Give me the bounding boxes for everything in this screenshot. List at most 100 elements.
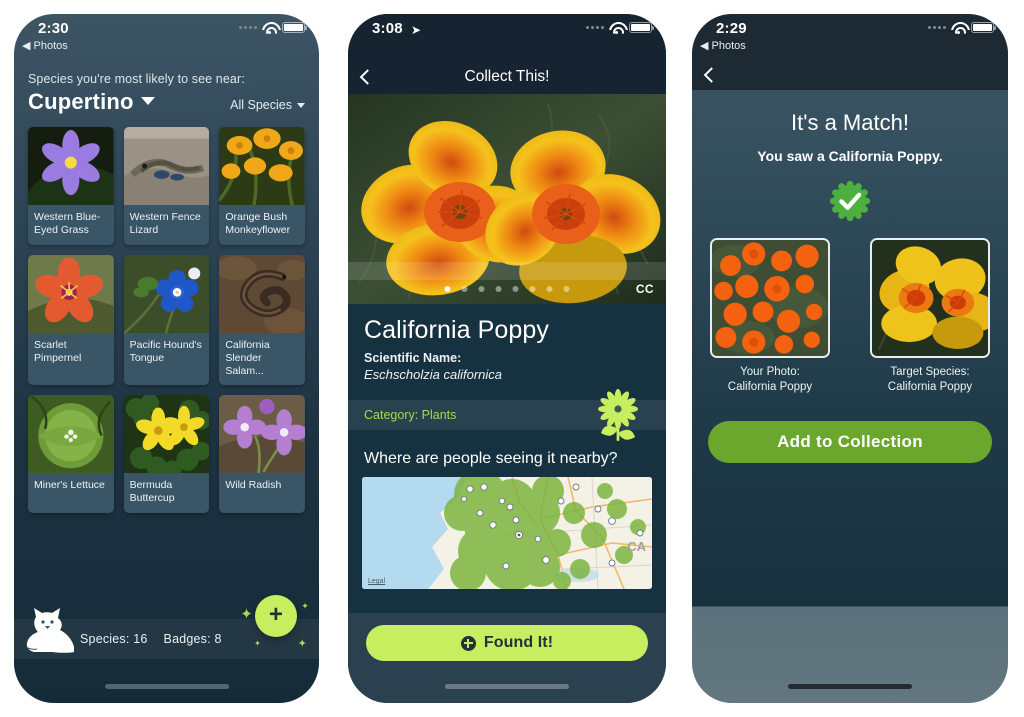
species-thumbnail bbox=[219, 395, 305, 474]
status-back-to-photos[interactable]: ◀ Photos bbox=[22, 39, 68, 52]
species-name: Scarlet Pimpernel bbox=[34, 339, 82, 364]
badges-count: Badges: 8 bbox=[163, 632, 222, 646]
status-time: 2:30 bbox=[38, 20, 69, 37]
battery-icon bbox=[282, 22, 308, 33]
species-card[interactable]: Miner's Lettuce bbox=[28, 395, 114, 514]
home-indicator bbox=[104, 684, 229, 689]
chevron-left-icon[interactable] bbox=[703, 67, 720, 83]
species-name: Pacific Hound's Tongue bbox=[129, 339, 202, 364]
wifi-icon bbox=[262, 22, 277, 34]
species-card[interactable]: Wild Radish bbox=[219, 395, 305, 514]
battery-icon bbox=[971, 22, 997, 33]
list-header: Species you're most likely to see near: … bbox=[14, 60, 319, 119]
species-thumbnail bbox=[123, 255, 210, 333]
home-indicator bbox=[788, 684, 912, 689]
species-thumbnail bbox=[28, 395, 114, 474]
species-thumbnail bbox=[28, 127, 114, 205]
chevron-down-icon bbox=[297, 102, 305, 108]
status-bar: 2:30 ◀ Photos bbox=[14, 14, 319, 60]
species-name: Wild Radish bbox=[225, 479, 282, 492]
status-bar: 2:29 ◀ Photos bbox=[692, 14, 1008, 60]
status-back-to-photos[interactable]: ◀ Photos bbox=[700, 39, 746, 52]
scientific-name-label: Scientific Name: bbox=[364, 351, 462, 365]
battery-icon bbox=[629, 22, 655, 33]
sparkle-icon: ✦ bbox=[254, 639, 261, 648]
sparkle-icon: ✦ bbox=[240, 606, 253, 623]
species-thumbnail bbox=[123, 127, 210, 205]
signal-dots-icon bbox=[586, 26, 604, 29]
species-name: Western Fence Lizard bbox=[129, 211, 201, 236]
screenshot-stage: 2:30 ◀ Photos Species you're most likely… bbox=[0, 0, 1024, 717]
category-band: Category: Plants bbox=[348, 389, 666, 441]
species-info: California Poppy Scientific Name: Eschsc… bbox=[348, 304, 666, 386]
city-selector[interactable]: Cupertino bbox=[28, 89, 155, 115]
chevron-down-icon bbox=[140, 96, 155, 105]
comparison-photo-item: Target Species: California Poppy bbox=[870, 238, 990, 395]
nav-bar: Collect This! bbox=[348, 60, 666, 94]
filter-label: All Species bbox=[230, 98, 292, 112]
header-subtitle: Species you're most likely to see near: bbox=[28, 72, 245, 86]
map-legal-link[interactable]: Legal bbox=[368, 578, 385, 585]
photo-page-dots[interactable] bbox=[444, 286, 570, 292]
nav-bar bbox=[692, 60, 1008, 90]
species-thumbnail bbox=[219, 127, 305, 205]
wifi-icon bbox=[609, 22, 624, 34]
sparkle-icon: ✦ bbox=[301, 601, 309, 611]
location-arrow-icon: ➤ bbox=[411, 23, 422, 37]
cat-mascot-icon bbox=[26, 608, 74, 653]
comparison-caption-value: California Poppy bbox=[887, 380, 973, 393]
species-card[interactable]: Bermuda Buttercup bbox=[123, 395, 210, 514]
home-indicator bbox=[445, 684, 569, 689]
stats-bar: Species: 16 Badges: 8 ✦ ✦ ✦ ✦ + bbox=[14, 595, 319, 659]
species-card[interactable]: Pacific Hound's Tongue bbox=[123, 255, 210, 386]
species-thumbnail bbox=[28, 255, 114, 333]
match-title: It's a Match! bbox=[791, 110, 909, 135]
status-time: 2:29 bbox=[716, 20, 747, 37]
species-name: California Slender Salam... bbox=[225, 339, 270, 377]
comparison-caption-value: California Poppy bbox=[727, 380, 813, 393]
comparison-photo[interactable] bbox=[870, 238, 990, 358]
species-card[interactable]: Orange Bush Monkeyflower bbox=[219, 127, 305, 245]
species-name: Miner's Lettuce bbox=[34, 479, 105, 492]
comparison-caption-label: Target Species: bbox=[890, 366, 970, 378]
phone-match-result: 2:29 ◀ Photos It's a Match! You saw a Ca… bbox=[692, 14, 1008, 703]
species-name: Orange Bush Monkeyflower bbox=[225, 211, 291, 236]
phone-species-list: 2:30 ◀ Photos Species you're most likely… bbox=[14, 14, 319, 703]
city-label: Cupertino bbox=[28, 89, 134, 114]
category-label: Category: Plants bbox=[364, 408, 457, 422]
observations-map[interactable]: Legal CA bbox=[362, 477, 652, 589]
species-title: California Poppy bbox=[364, 316, 550, 344]
species-card[interactable]: California Slender Salam... bbox=[219, 255, 305, 386]
comparison-caption-label: Your Photo: bbox=[740, 366, 800, 378]
hero-photo[interactable]: CC bbox=[348, 94, 666, 304]
species-thumbnail bbox=[123, 395, 210, 474]
signal-dots-icon bbox=[928, 26, 946, 29]
map-region-label: CA bbox=[627, 539, 646, 554]
green-check-badge-icon bbox=[829, 180, 871, 222]
comparison-photo[interactable] bbox=[710, 238, 830, 358]
cta-footer: Found It! bbox=[348, 613, 666, 661]
photo-comparison: Your Photo: California Poppy Target Speci… bbox=[692, 222, 1008, 395]
flower-icon bbox=[598, 389, 638, 441]
page-title: Collect This! bbox=[464, 68, 550, 85]
match-header: It's a Match! You saw a California Poppy… bbox=[692, 90, 1008, 222]
status-time: 3:08 bbox=[372, 20, 403, 37]
found-it-button[interactable]: Found It! bbox=[366, 625, 648, 661]
chevron-left-icon[interactable] bbox=[359, 69, 376, 85]
species-grid: Western Blue-Eyed Grass Western Fence Li… bbox=[14, 119, 319, 514]
cc-license-badge[interactable]: CC bbox=[636, 282, 654, 296]
phone-species-detail: 3:08 ➤ Collect This! CC California Poppy… bbox=[348, 14, 666, 703]
species-card[interactable]: Scarlet Pimpernel bbox=[28, 255, 114, 386]
add-observation-button[interactable]: + bbox=[255, 595, 297, 637]
species-count: Species: 16 bbox=[80, 632, 148, 646]
scientific-name-value: Eschscholzia californica bbox=[364, 367, 503, 382]
species-filter-dropdown[interactable]: All Species bbox=[230, 98, 305, 112]
species-card[interactable]: Western Blue-Eyed Grass bbox=[28, 127, 114, 245]
add-to-collection-label: Add to Collection bbox=[777, 431, 923, 451]
bottom-bar: Species: 16 Badges: 8 ✦ ✦ ✦ ✦ + bbox=[14, 595, 319, 703]
plus-icon: + bbox=[268, 600, 284, 628]
species-thumbnail bbox=[219, 255, 305, 333]
species-card[interactable]: Western Fence Lizard bbox=[123, 127, 210, 245]
add-to-collection-button[interactable]: Add to Collection bbox=[708, 420, 992, 463]
species-name: Bermuda Buttercup bbox=[129, 479, 175, 505]
